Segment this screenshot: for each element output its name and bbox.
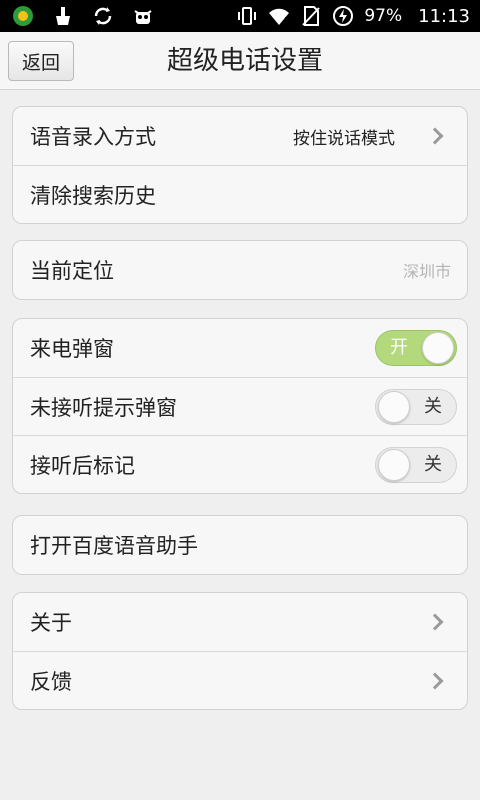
open-voice-assistant-label: 打开百度语音助手 bbox=[30, 534, 198, 558]
missed-call-popup-label: 未接听提示弹窗 bbox=[30, 395, 177, 420]
location-group: 当前定位 深圳市 bbox=[12, 240, 468, 300]
voice-input-mode-row[interactable]: 语音录入方式 按住说话模式 bbox=[13, 107, 467, 165]
feedback-label: 反馈 bbox=[30, 669, 72, 694]
popup-settings-group: 来电弹窗 开 未接听提示弹窗 关 接听后标记 关 bbox=[12, 318, 468, 494]
about-label: 关于 bbox=[30, 611, 72, 635]
incoming-call-popup-row: 来电弹窗 开 bbox=[13, 319, 467, 377]
system-status: 97% 11:13 bbox=[236, 0, 470, 32]
current-location-row[interactable]: 当前定位 深圳市 bbox=[13, 241, 467, 299]
chevron-right-icon bbox=[426, 613, 444, 631]
about-row[interactable]: 关于 bbox=[13, 593, 467, 651]
clear-search-history-label: 清除搜索历史 bbox=[30, 183, 156, 208]
input-settings-group: 语音录入方式 按住说话模式 清除搜索历史 bbox=[12, 106, 468, 224]
incoming-call-popup-toggle[interactable]: 开 bbox=[375, 330, 457, 366]
current-location-label: 当前定位 bbox=[30, 259, 114, 283]
clear-search-history-row[interactable]: 清除搜索历史 bbox=[13, 165, 467, 223]
no-sim-icon bbox=[300, 5, 322, 27]
mark-after-answer-label: 接听后标记 bbox=[30, 453, 135, 478]
battery-saver-icon bbox=[332, 5, 354, 27]
battery-percent: 97% bbox=[364, 6, 403, 26]
feedback-row[interactable]: 反馈 bbox=[13, 651, 467, 709]
open-voice-assistant-row[interactable]: 打开百度语音助手 bbox=[13, 516, 467, 574]
about-group: 关于 反馈 bbox=[12, 592, 468, 710]
vibrate-icon bbox=[236, 5, 258, 27]
sync-icon bbox=[92, 5, 114, 27]
mark-after-answer-row: 接听后标记 关 bbox=[13, 435, 467, 493]
voice-input-mode-value: 按住说话模式 bbox=[293, 128, 395, 149]
wifi-icon bbox=[268, 5, 290, 27]
missed-call-popup-toggle[interactable]: 关 bbox=[375, 388, 457, 425]
status-bar: 97% 11:13 bbox=[0, 0, 480, 32]
notification-icons bbox=[12, 4, 154, 28]
toggle-knob bbox=[378, 390, 410, 423]
chevron-right-icon bbox=[426, 672, 444, 689]
cleaner-icon bbox=[52, 5, 74, 27]
assistant-group: 打开百度语音助手 bbox=[12, 515, 468, 575]
page-title: 超级电话设置 bbox=[166, 46, 323, 76]
chevron-right-icon bbox=[426, 127, 444, 145]
voice-input-mode-label: 语音录入方式 bbox=[30, 125, 156, 149]
clock: 11:13 bbox=[418, 5, 470, 27]
current-location-value: 深圳市 bbox=[402, 262, 451, 281]
toggle-state-text: 开 bbox=[390, 337, 408, 358]
android-bot-icon bbox=[132, 5, 154, 27]
incoming-call-popup-label: 来电弹窗 bbox=[30, 337, 114, 361]
toggle-state-text: 关 bbox=[424, 453, 442, 475]
app-logo-icon bbox=[12, 5, 34, 27]
title-bar: 返回 超级电话设置 bbox=[0, 32, 480, 90]
missed-call-popup-row: 未接听提示弹窗 关 bbox=[13, 377, 467, 435]
toggle-state-text: 关 bbox=[424, 395, 442, 417]
mark-after-answer-toggle[interactable]: 关 bbox=[375, 446, 457, 483]
toggle-knob bbox=[422, 332, 454, 364]
toggle-knob bbox=[378, 448, 410, 481]
